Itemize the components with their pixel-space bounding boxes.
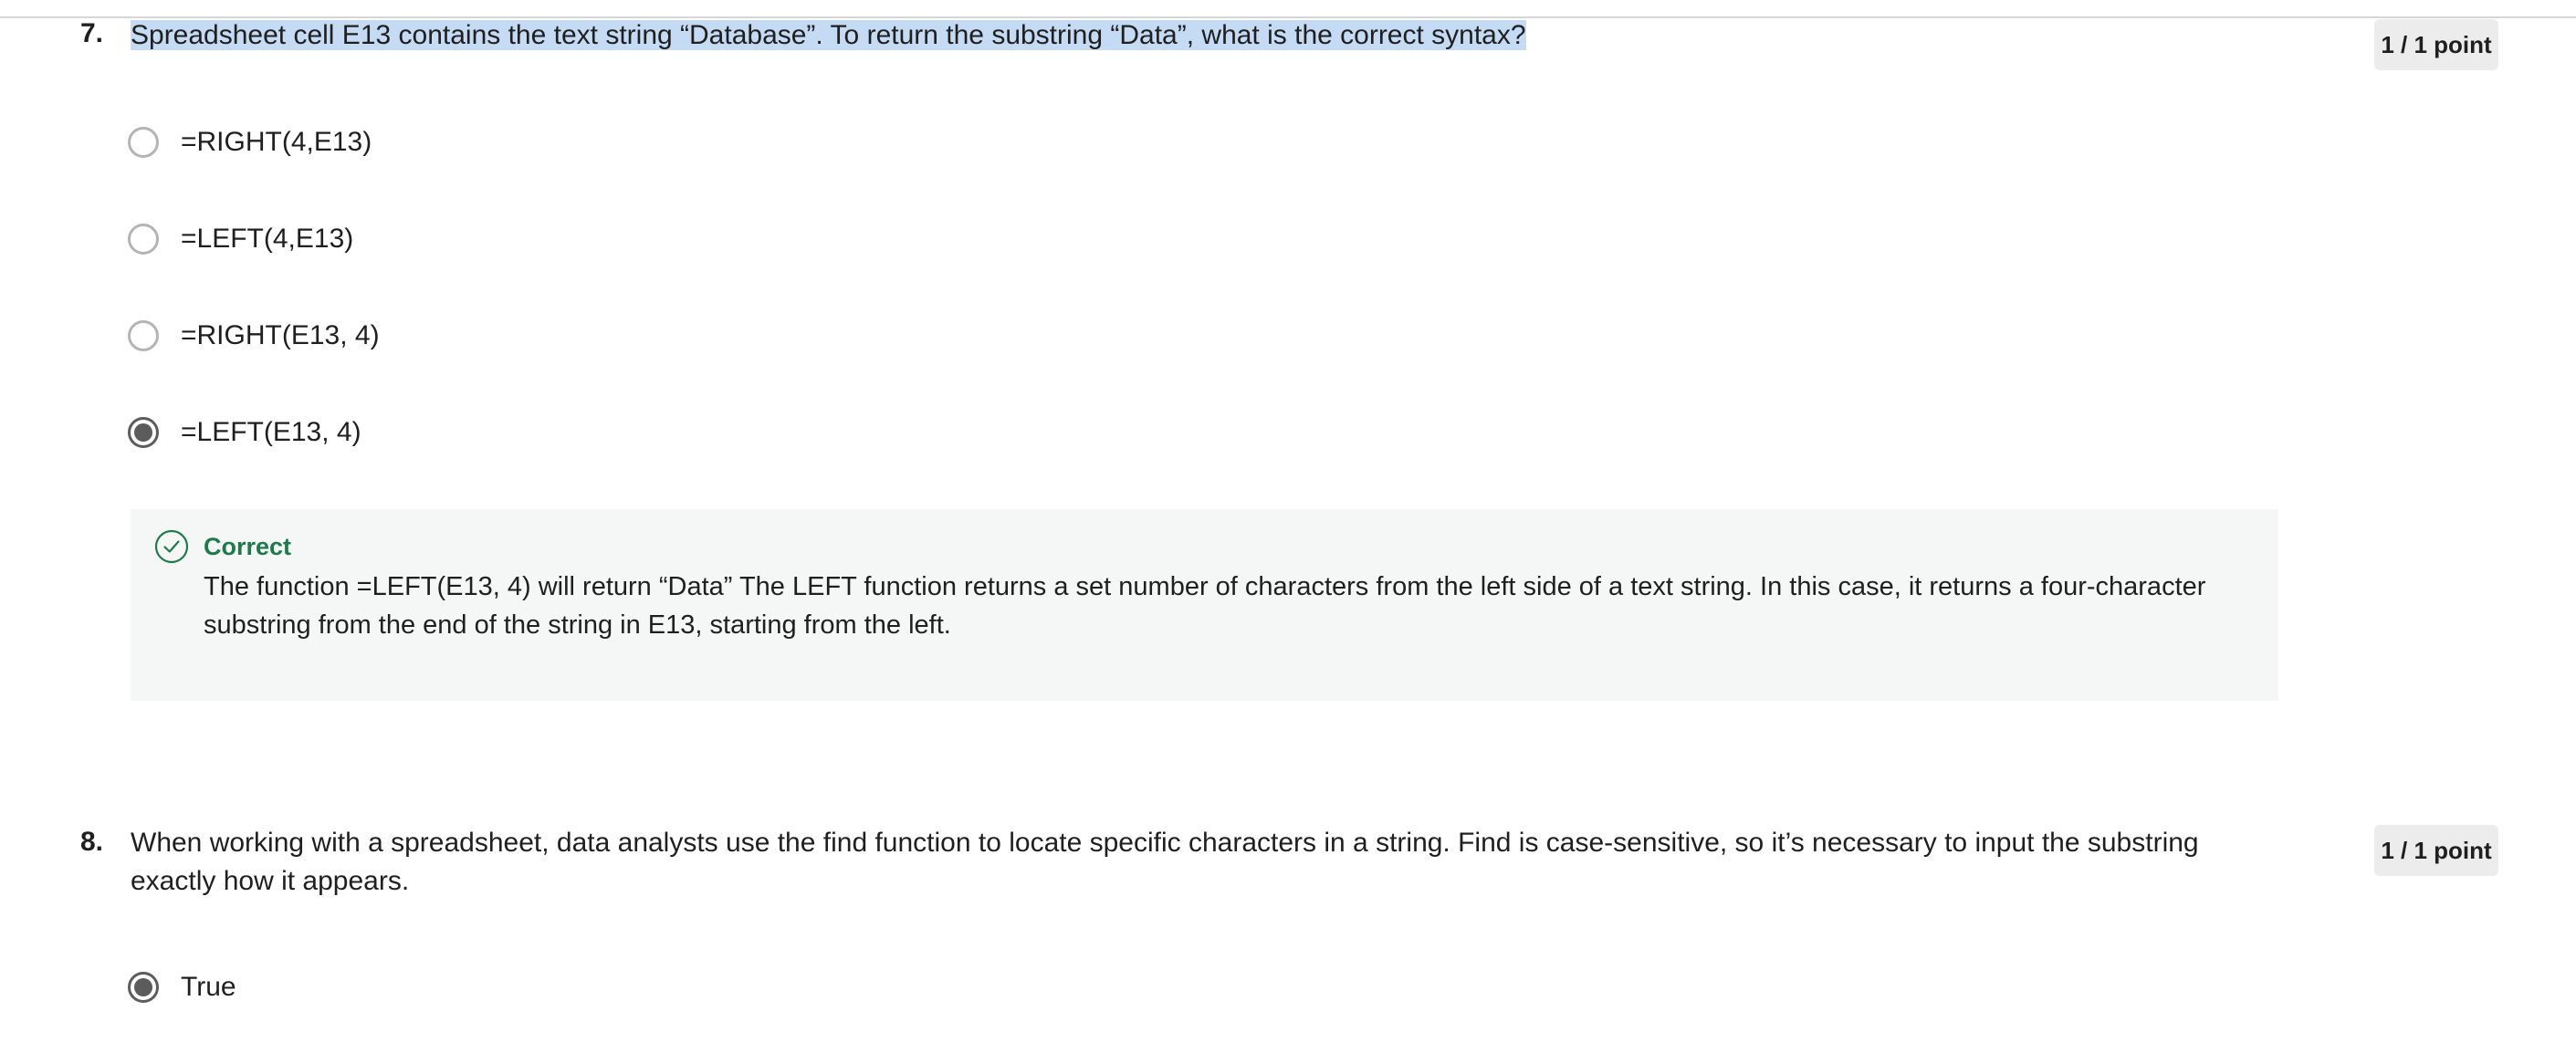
radio-dot — [134, 978, 152, 996]
selected-question-text: Spreadsheet cell E13 contains the text s… — [131, 20, 1526, 50]
radio-dot — [134, 423, 152, 442]
option-true[interactable]: True — [128, 967, 236, 1007]
option-label: =RIGHT(4,E13) — [181, 127, 372, 157]
option-right-4-e13[interactable]: =RIGHT(4,E13) — [128, 122, 372, 162]
feedback-explanation: The function =LEFT(E13, 4) will return “… — [204, 572, 2206, 640]
radio-button-selected[interactable] — [128, 417, 159, 448]
option-label: =RIGHT(E13, 4) — [181, 320, 380, 350]
points-badge: 1 / 1 point — [2374, 825, 2498, 876]
question-text: When working with a spreadsheet, data an… — [131, 828, 2199, 896]
points-badge: 1 / 1 point — [2374, 19, 2498, 70]
radio-button-selected[interactable] — [128, 972, 159, 1003]
radio-button[interactable] — [128, 127, 159, 158]
option-left-4-e13[interactable]: =LEFT(4,E13) — [128, 219, 353, 259]
option-right-e13-4[interactable]: =RIGHT(E13, 4) — [128, 316, 380, 356]
radio-button[interactable] — [128, 224, 159, 255]
feedback-status: Correct — [204, 533, 292, 560]
option-label: =LEFT(4,E13) — [181, 224, 354, 254]
question-number: 7. — [80, 18, 104, 48]
option-label: True — [181, 972, 236, 1002]
question-text: Spreadsheet cell E13 contains the text s… — [131, 16, 2257, 55]
feedback-panel: Correct The function =LEFT(E13, 4) will … — [131, 509, 2278, 701]
question-number: 8. — [80, 827, 104, 857]
radio-button[interactable] — [128, 320, 159, 351]
option-left-e13-4[interactable]: =LEFT(E13, 4) — [128, 412, 361, 453]
check-circle-icon — [154, 529, 189, 564]
option-label: =LEFT(E13, 4) — [181, 417, 361, 447]
